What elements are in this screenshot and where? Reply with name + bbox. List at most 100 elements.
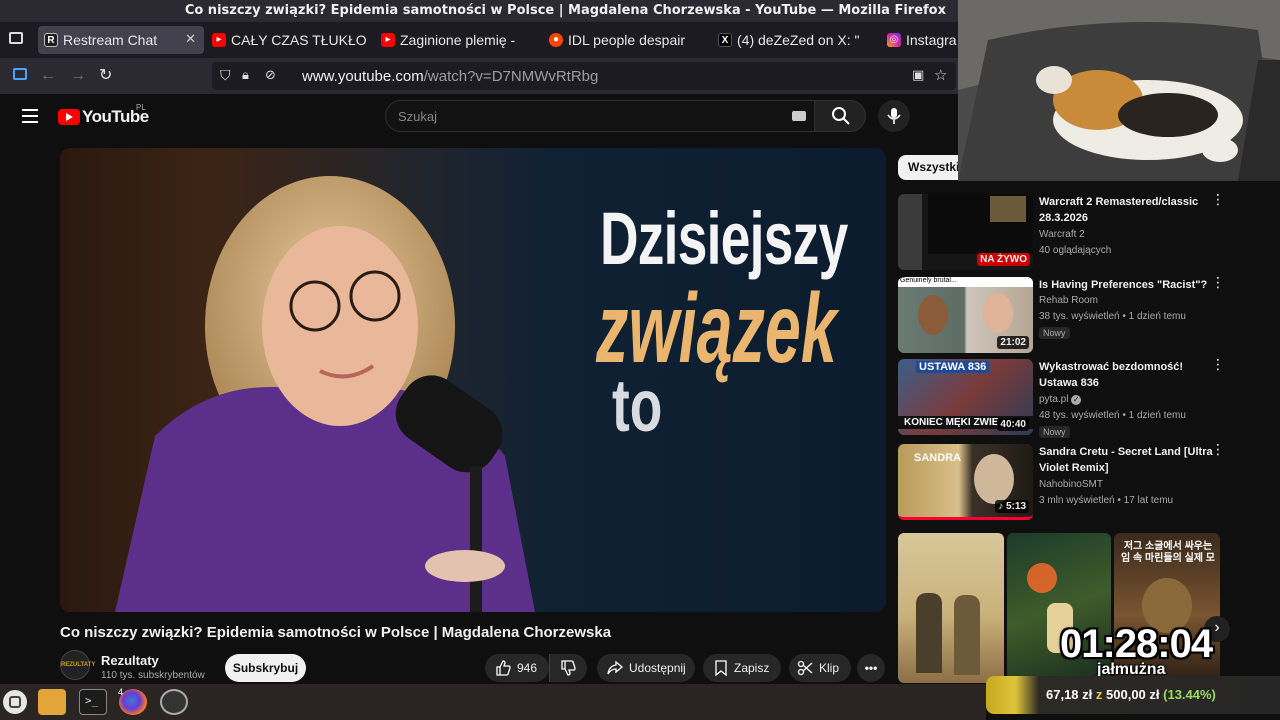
youtube-icon: ▸	[381, 33, 395, 47]
voice-search-button[interactable]	[878, 100, 910, 132]
thumbnail: NA ŻYWO	[898, 194, 1033, 270]
duration-label: 5:13	[1005, 501, 1026, 512]
recommendation-title: Warcraft 2 Remastered/classic 28.3.2026	[1039, 196, 1199, 224]
tab-x[interactable]: X (4) deZeZed on X: "	[718, 26, 878, 54]
terminal-icon[interactable]: >_	[79, 689, 107, 715]
youtube-icon: ▸	[212, 33, 226, 47]
tab-label: Instagra	[906, 32, 957, 48]
channel-avatar[interactable]: REZULTATY	[60, 650, 95, 680]
tab-reddit[interactable]: ● IDL people despair	[549, 26, 709, 54]
thumbs-up-icon	[496, 660, 511, 676]
overlay-text-line1: Dzisiejszy	[600, 197, 848, 280]
verified-icon: ✓	[1071, 395, 1082, 405]
region-label: PL	[136, 103, 146, 112]
taskbar: >_ 4	[0, 684, 986, 720]
dislike-button[interactable]	[549, 654, 587, 682]
address-bar[interactable]: ⛉ 🔒︎ ⊘ www.youtube.com/watch?v=D7NMWvRtR…	[212, 62, 956, 90]
obs-icon[interactable]	[160, 689, 188, 715]
recommendation-meta: 3 mln wyświetleń • 17 lat temu	[1039, 495, 1174, 506]
clip-button[interactable]: Klip	[789, 654, 851, 682]
tab-label: CAŁY CZAS TŁUKŁO	[231, 32, 367, 48]
close-tab-icon[interactable]: ✕	[185, 31, 196, 47]
recommendation-title: Wykastrować bezdomność! Ustawa 836	[1039, 361, 1184, 389]
donation-goal: 500,00 zł	[1106, 687, 1160, 702]
recommendation-meta: 48 tys. wyświetleń • 1 dzień temu	[1039, 410, 1186, 421]
recommendation-item[interactable]: Genuinely brutal... 21:02 Is Having Pref…	[898, 275, 1228, 355]
permissions-icon[interactable]: ⊘	[265, 67, 276, 83]
forward-icon[interactable]: →	[70, 67, 86, 85]
bookmark-star-icon[interactable]: ☆	[934, 66, 947, 84]
donation-current: 67,18 zł	[1046, 687, 1093, 702]
youtube-logo[interactable]: YouTube PL	[58, 103, 149, 127]
tab-yt-2[interactable]: ▸ Zaginione plemię -	[381, 26, 539, 54]
search-input[interactable]	[398, 107, 778, 125]
recommendation-item[interactable]: NA ŻYWO Warcraft 2 Remastered/classic 28…	[898, 192, 1228, 272]
video-duration: ♪ 5:13	[995, 500, 1029, 513]
firefox-window-count: 4	[118, 687, 124, 697]
tab-yt-1[interactable]: ▸ CAŁY CZAS TŁUKŁO	[212, 26, 372, 54]
tab-label: (4) deZeZed on X: "	[737, 32, 860, 48]
recommendation-channel: NahobinoSMT	[1039, 479, 1103, 490]
search-button[interactable]	[814, 100, 866, 132]
lock-icon[interactable]: 🔒︎	[242, 67, 249, 83]
thumbnail: Genuinely brutal... 21:02	[898, 277, 1033, 353]
thumbnail-caption: SANDRA	[914, 452, 962, 464]
share-button[interactable]: Udostępnij	[597, 654, 695, 682]
more-vertical-icon[interactable]: ⋮	[1211, 357, 1225, 371]
youtube-play-icon	[58, 109, 80, 125]
search-box	[385, 100, 815, 132]
tab-list-icon[interactable]	[9, 32, 23, 44]
reader-view-icon[interactable]: ▣	[912, 67, 924, 83]
shorts-item[interactable]	[898, 533, 1004, 683]
url-text: www.youtube.com/watch?v=D7NMWvRtRbg	[302, 68, 598, 85]
keyboard-icon[interactable]	[792, 111, 806, 121]
more-vertical-icon[interactable]: ⋮	[1211, 192, 1225, 206]
search-icon	[832, 107, 850, 125]
recommendation-channel: pyta.pl ✓	[1039, 394, 1082, 405]
new-badge: Nowy	[1039, 426, 1070, 438]
more-vertical-icon[interactable]: ⋮	[1211, 275, 1225, 289]
instagram-icon: ◎	[887, 33, 901, 47]
recommendation-meta: 40 oglądających	[1039, 245, 1112, 256]
thumbnail-caption-top: USTAWA 836	[916, 361, 990, 373]
thumbnail: SANDRA ♪ 5:13	[898, 444, 1033, 520]
youtube-page: YouTube PL Szukaj Dzisiejszy związek to …	[0, 94, 958, 684]
recommendation-item[interactable]: USTAWA 836 KONIEC MĘKI ZWIE 40:40 Wykast…	[898, 357, 1228, 438]
shield-icon[interactable]: ⛉	[220, 67, 231, 84]
webcam-cat-image	[958, 0, 1280, 181]
new-badge: Nowy	[1039, 327, 1070, 339]
video-title: Co niszczy związki? Epidemia samotności …	[60, 624, 612, 641]
menu-icon[interactable]	[22, 109, 38, 123]
start-menu-icon[interactable]	[3, 690, 27, 714]
subscribe-button[interactable]: Subskrybuj	[225, 654, 306, 682]
save-label: Zapisz	[734, 661, 770, 675]
tab-restream-chat[interactable]: R Restream Chat ✕	[38, 26, 204, 54]
recommendation-title: Sandra Cretu - Secret Land [Ultra Violet…	[1039, 446, 1213, 474]
subscriber-count: 110 tys. subskrybentów	[101, 670, 205, 681]
video-frame-person	[115, 176, 535, 612]
firefox-icon[interactable]	[119, 689, 147, 715]
recommendation-item[interactable]: SANDRA ♪ 5:13 Sandra Cretu - Secret Land…	[898, 442, 1228, 522]
more-actions-button[interactable]: •••	[857, 654, 885, 682]
video-player[interactable]: Dzisiejszy związek to	[60, 148, 886, 612]
more-vertical-icon[interactable]: ⋮	[1211, 442, 1225, 456]
url-path: /watch?v=D7NMWvRtRbg	[423, 68, 599, 85]
tab-instagram[interactable]: ◎ Instagra	[887, 26, 958, 54]
sidebar-toggle-icon[interactable]	[13, 68, 27, 80]
share-label: Udostępnij	[629, 661, 686, 675]
like-button[interactable]: 946	[485, 654, 549, 682]
scissors-icon	[797, 660, 813, 676]
thumbs-down-icon	[561, 660, 576, 676]
save-button[interactable]: Zapisz	[703, 654, 781, 682]
donation-percent: (13.44%)	[1163, 687, 1216, 702]
back-icon[interactable]: ←	[40, 67, 56, 85]
bookmark-icon	[715, 660, 727, 676]
window-title: Co niszczy związki? Epidemia samotności …	[184, 3, 946, 18]
file-manager-icon[interactable]	[38, 689, 66, 715]
like-count: 946	[517, 661, 538, 675]
channel-name[interactable]: Rezultaty	[101, 653, 159, 668]
webcam-overlay	[958, 0, 1280, 181]
tab-label: Restream Chat	[63, 32, 158, 48]
more-horizontal-icon: •••	[864, 661, 878, 675]
reload-icon[interactable]: ↻	[99, 67, 112, 85]
